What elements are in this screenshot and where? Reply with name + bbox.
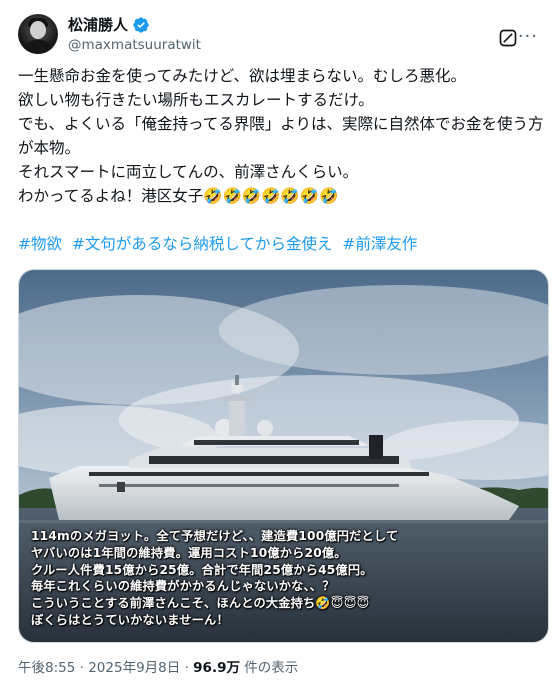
hashtag-row: #物欲 #文句があるなら納税してから金使え #前澤友作 bbox=[18, 232, 422, 256]
avatar[interactable] bbox=[18, 14, 58, 54]
tweet-time[interactable]: 午後8:55 bbox=[18, 660, 75, 676]
tweet-header: 松浦勝人 @maxmatsuuratwit ··· bbox=[18, 14, 538, 58]
hashtag-link[interactable]: #前澤友作 bbox=[342, 235, 417, 253]
author-display-name[interactable]: 松浦勝人 bbox=[68, 15, 128, 35]
separator: · bbox=[79, 660, 84, 676]
author-handle[interactable]: @maxmatsuuratwit bbox=[68, 36, 201, 54]
tweet-image[interactable]: 114mのメガヨット。全て予想だけど、、建造費100億円だとして ヤバいのは1年… bbox=[18, 269, 549, 643]
tweet-text: 一生懸命お金を使ってみたけど、欲は埋まらない。むしろ悪化。 欲しい物も行きたい場… bbox=[18, 67, 544, 205]
hashtag-link[interactable]: #文句があるなら納税してから金使え bbox=[72, 235, 333, 253]
verified-badge-icon bbox=[133, 17, 149, 33]
author-name-row: 松浦勝人 bbox=[68, 15, 150, 35]
grok-icon[interactable] bbox=[498, 28, 518, 48]
image-overlay-text: 114mのメガヨット。全て予想だけど、、建造費100億円だとして ヤバいのは1年… bbox=[31, 529, 399, 627]
view-count-label: 件の表示 bbox=[244, 660, 299, 676]
hashtag-link[interactable]: #物欲 bbox=[18, 235, 62, 253]
tweet-date[interactable]: 2025年9月8日 bbox=[88, 660, 180, 676]
more-options-icon[interactable]: ··· bbox=[518, 26, 538, 47]
view-count: 96.9万 bbox=[193, 660, 240, 676]
tweet-footer: 午後8:55 · 2025年9月8日 · 96.9万 件の表示 bbox=[18, 659, 298, 677]
separator: · bbox=[184, 660, 189, 676]
